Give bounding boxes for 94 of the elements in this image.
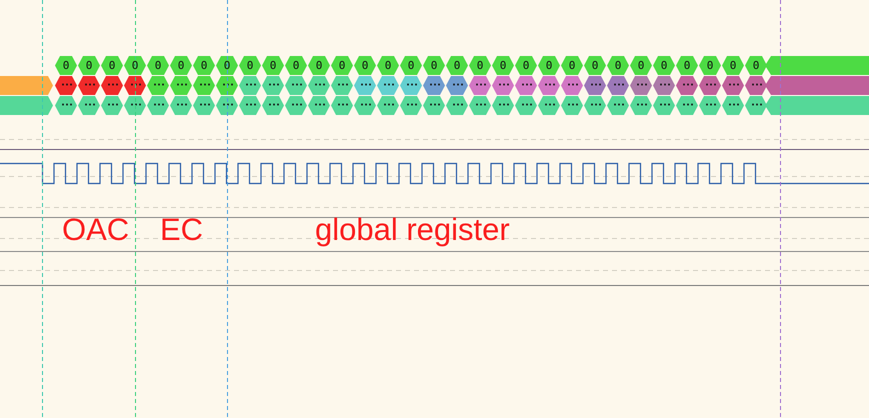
bus-value: ··· <box>308 96 330 115</box>
bus-value: ··· <box>331 96 353 115</box>
bus-value: ··· <box>308 76 330 95</box>
bus-value: 0 <box>515 56 537 75</box>
bus-value: ··· <box>193 96 215 115</box>
bus-value: ··· <box>630 76 652 95</box>
bus-value: 0 <box>561 56 583 75</box>
bus-value: ··· <box>584 96 606 115</box>
bus-value: ··· <box>492 76 514 95</box>
bus-value: 0 <box>676 56 698 75</box>
bus-value: ··· <box>101 96 123 115</box>
annotation-text: EC <box>160 214 204 245</box>
bus-value: ··· <box>515 76 537 95</box>
bus-value: 0 <box>653 56 675 75</box>
bus-value: ··· <box>653 96 675 115</box>
bus-value: 0 <box>699 56 721 75</box>
bus-value: ··· <box>722 76 744 95</box>
annotation-text: OAC <box>62 214 130 245</box>
bus-value: 0 <box>745 56 767 75</box>
bus-value: 0 <box>630 56 652 75</box>
bus-value: 0 <box>354 56 376 75</box>
bus-value: ··· <box>101 76 123 95</box>
bus-value: ··· <box>285 96 307 115</box>
bus-value: ··· <box>193 76 215 95</box>
bus-value: ··· <box>262 96 284 115</box>
bus-value: ··· <box>354 96 376 115</box>
bus-value: 0 <box>78 56 100 75</box>
bus-value: 0 <box>193 56 215 75</box>
bus-value: ··· <box>469 76 491 95</box>
bus-value: ··· <box>446 76 468 95</box>
bus-value: 0 <box>446 56 468 75</box>
bus-value: ··· <box>722 96 744 115</box>
bus-value: ··· <box>745 76 767 95</box>
bus-value: ··· <box>561 96 583 115</box>
bus-value: 0 <box>216 56 238 75</box>
bus-value: ··· <box>377 76 399 95</box>
bus-value: ··· <box>124 96 146 115</box>
bus-value: ··· <box>699 96 721 115</box>
bus-value: 0 <box>239 56 261 75</box>
bus-value: 0 <box>331 56 353 75</box>
bus-value: ··· <box>423 96 445 115</box>
bus-value: ··· <box>285 76 307 95</box>
bus-value: ··· <box>55 76 77 95</box>
bus-value: ··· <box>400 76 422 95</box>
bus-value: ··· <box>400 96 422 115</box>
bus-value: 0 <box>55 56 77 75</box>
bus-value: 0 <box>400 56 422 75</box>
bus-value: 0 <box>722 56 744 75</box>
bus-value: 0 <box>170 56 192 75</box>
bus-value: 0 <box>469 56 491 75</box>
bus-value: 0 <box>584 56 606 75</box>
bus-value: ··· <box>584 76 606 95</box>
bus-value: ··· <box>561 76 583 95</box>
bus-value: ··· <box>377 96 399 115</box>
bus-value: ··· <box>538 76 560 95</box>
bus-value: ··· <box>216 96 238 115</box>
bus-value: ··· <box>354 76 376 95</box>
bus-value: ··· <box>239 76 261 95</box>
bus-value: 0 <box>147 56 169 75</box>
bus-value: 0 <box>124 56 146 75</box>
bus-value: 0 <box>101 56 123 75</box>
bus-value: ··· <box>538 96 560 115</box>
bus-value: ··· <box>469 96 491 115</box>
bus-value: ··· <box>607 76 629 95</box>
bus-value: ··· <box>492 96 514 115</box>
bus-value: 0 <box>423 56 445 75</box>
bus-value: 0 <box>262 56 284 75</box>
bus-value: ··· <box>170 76 192 95</box>
bus-value: ··· <box>699 76 721 95</box>
bus-value: ··· <box>745 96 767 115</box>
bus-value: ··· <box>147 96 169 115</box>
bus-value: ··· <box>331 76 353 95</box>
bus-value: ··· <box>607 96 629 115</box>
bus-value: 0 <box>492 56 514 75</box>
bus-value: 0 <box>377 56 399 75</box>
bus-value: ··· <box>170 96 192 115</box>
bus-value: ··· <box>239 96 261 115</box>
bus-value: ··· <box>653 76 675 95</box>
bus-value: ··· <box>515 96 537 115</box>
bus-value: ··· <box>78 96 100 115</box>
bus-value: ··· <box>446 96 468 115</box>
annotation-text: global register <box>315 214 510 245</box>
bus-value: ··· <box>147 76 169 95</box>
bus-value: 0 <box>607 56 629 75</box>
bus-value: 0 <box>285 56 307 75</box>
bus-value: ··· <box>676 96 698 115</box>
bus-value: 0 <box>308 56 330 75</box>
bus-value: ··· <box>630 96 652 115</box>
bus-value: 0 <box>538 56 560 75</box>
bus-value: ··· <box>676 76 698 95</box>
bus-value: ··· <box>55 96 77 115</box>
bus-value: ··· <box>262 76 284 95</box>
bus-value: ··· <box>78 76 100 95</box>
bus-value: ··· <box>423 76 445 95</box>
